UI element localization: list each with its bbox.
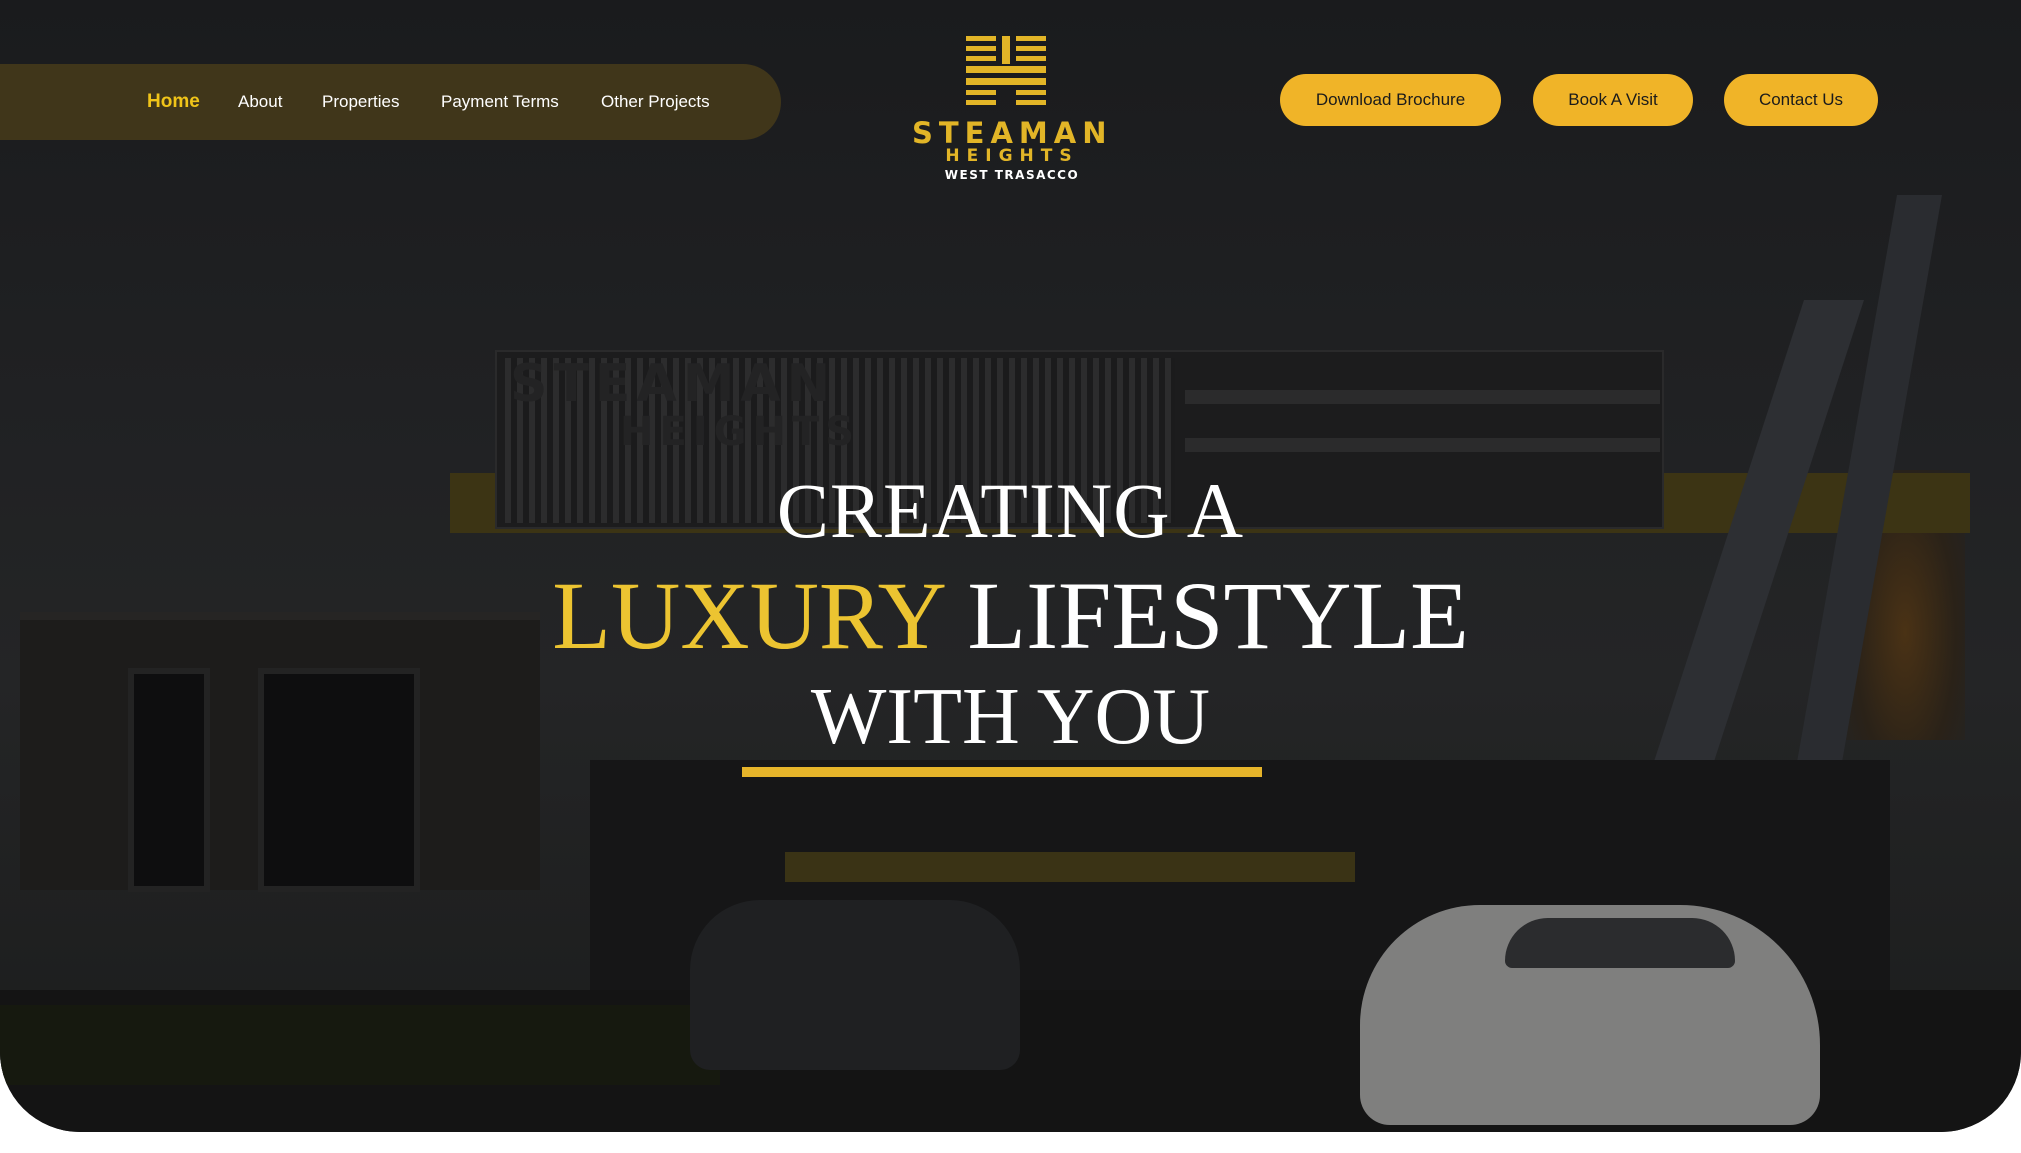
- download-brochure-button[interactable]: Download Brochure: [1280, 74, 1501, 126]
- hero-highlight: LUXURY: [552, 562, 944, 669]
- nav-other-projects[interactable]: Other Projects: [601, 64, 710, 140]
- hero-section: STEAMAN HEIGHTS Home About Properties Pa…: [0, 0, 2021, 1132]
- hero-underline: [742, 767, 1262, 777]
- logo-name: STEAMAN: [912, 116, 1113, 150]
- background-hedge: [0, 1005, 720, 1085]
- nav-properties[interactable]: Properties: [322, 64, 399, 140]
- logo-mark-icon: [966, 36, 1046, 105]
- hero-line-1: CREATING A: [776, 467, 1245, 554]
- main-nav: Home About Properties Payment Terms Othe…: [0, 64, 781, 140]
- background-strip: [785, 852, 1355, 882]
- site-logo[interactable]: STEAMAN HEIGHTS WEST TRASACCO: [912, 36, 1112, 186]
- logo-location: WEST TRASACCO: [944, 168, 1080, 182]
- background-bar: [1185, 438, 1660, 452]
- background-car-dark: [690, 900, 1020, 1070]
- background-bar: [1185, 390, 1660, 404]
- nav-about[interactable]: About: [238, 64, 282, 140]
- background-sign: STEAMAN HEIGHTS: [510, 354, 861, 455]
- book-visit-button[interactable]: Book A Visit: [1533, 74, 1693, 126]
- background-car-window: [1505, 918, 1735, 968]
- contact-us-button[interactable]: Contact Us: [1724, 74, 1878, 126]
- logo-subtitle: HEIGHTS: [945, 146, 1079, 166]
- nav-home[interactable]: Home: [147, 64, 200, 140]
- hero-line-2: LUXURY LIFESTYLE: [0, 560, 2021, 671]
- hero-line-3: WITH YOU: [810, 673, 1211, 761]
- hero-line-2-rest: LIFESTYLE: [967, 562, 1469, 669]
- nav-payment-terms[interactable]: Payment Terms: [441, 64, 559, 140]
